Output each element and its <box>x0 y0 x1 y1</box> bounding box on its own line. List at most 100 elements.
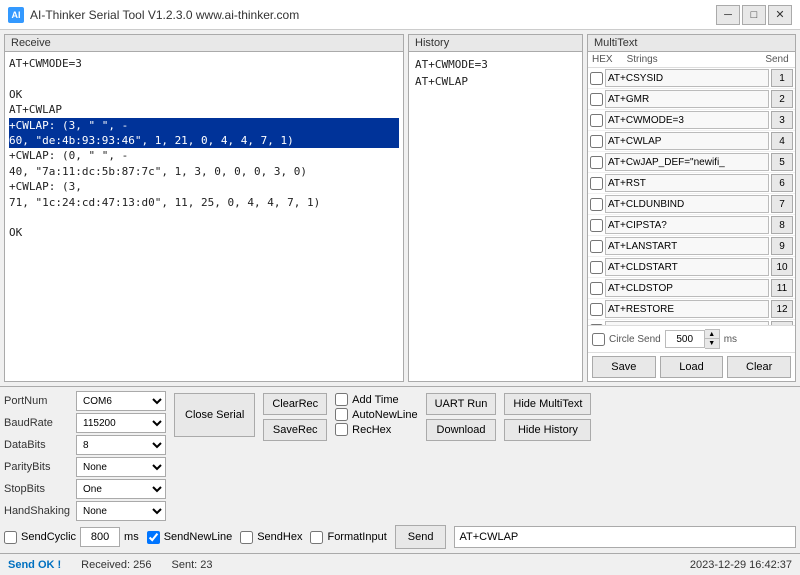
send-hex-checkbox[interactable] <box>240 531 253 544</box>
receive-line: AT+CWLAP <box>9 102 399 117</box>
multitext-hex-checkbox[interactable] <box>590 219 603 232</box>
receive-line <box>9 210 399 225</box>
multitext-hex-checkbox[interactable] <box>590 114 603 127</box>
send-cyclic-checkbox[interactable] <box>4 531 17 544</box>
close-button[interactable]: ✕ <box>768 5 792 25</box>
multitext-string-input[interactable] <box>605 279 769 297</box>
multitext-item: 1 <box>588 68 795 89</box>
format-input-label: FormatInput <box>327 531 386 543</box>
multitext-string-input[interactable] <box>605 69 769 87</box>
auto-newline-checkbox[interactable] <box>335 408 348 421</box>
multitext-send-button[interactable]: 1 <box>771 69 793 87</box>
ms-label: ms <box>124 531 139 543</box>
multitext-hex-checkbox[interactable] <box>590 177 603 190</box>
circle-send-input[interactable] <box>665 330 705 348</box>
multitext-footer: Save Load Clear <box>588 352 795 381</box>
send-button[interactable]: Send <box>395 525 447 549</box>
multitext-string-input[interactable] <box>605 258 769 276</box>
controls-row1: PortNumCOM6BaudRate115200DataBits8Parity… <box>4 391 796 521</box>
multitext-send-button[interactable]: 2 <box>771 90 793 108</box>
maximize-button[interactable]: □ <box>742 5 766 25</box>
main-content: Receive AT+CWMODE=3 OKAT+CWLAP+CWLAP: (3… <box>0 30 800 575</box>
send-cyclic-input[interactable] <box>80 527 120 547</box>
multitext-hex-checkbox[interactable] <box>590 72 603 85</box>
receive-panel-label: Receive <box>5 35 403 52</box>
multitext-hex-checkbox[interactable] <box>590 282 603 295</box>
add-time-row: Add Time <box>335 393 417 406</box>
multitext-send-button[interactable]: 12 <box>771 300 793 318</box>
multitext-string-input[interactable] <box>605 90 769 108</box>
multitext-string-input[interactable] <box>605 195 769 213</box>
multitext-send-button[interactable]: 9 <box>771 237 793 255</box>
port-select[interactable]: 115200 <box>76 413 166 433</box>
uart-run-button[interactable]: UART Run <box>426 393 497 415</box>
multitext-send-button[interactable]: 4 <box>771 132 793 150</box>
port-select[interactable]: None <box>76 457 166 477</box>
multitext-item: 3 <box>588 110 795 131</box>
add-time-label: Add Time <box>352 394 398 406</box>
send-newline-checkbox[interactable] <box>147 531 160 544</box>
port-select[interactable]: 8 <box>76 435 166 455</box>
port-label: PortNum <box>4 391 74 411</box>
datetime-status: 2023-12-29 16:42:37 <box>690 559 792 571</box>
multitext-hex-checkbox[interactable] <box>590 198 603 211</box>
circle-send-checkbox[interactable] <box>592 333 605 346</box>
multitext-item: 7 <box>588 194 795 215</box>
status-bar: Send OK ! Received: 256 Sent: 23 2023-12… <box>0 553 800 575</box>
multitext-send-button[interactable]: 5 <box>771 153 793 171</box>
hide-history-button[interactable]: Hide History <box>504 419 591 441</box>
port-select[interactable]: One <box>76 479 166 499</box>
received-status: Received: 256 <box>81 559 151 571</box>
rec-hex-checkbox[interactable] <box>335 423 348 436</box>
multitext-load-button[interactable]: Load <box>660 356 724 378</box>
add-time-checkbox[interactable] <box>335 393 348 406</box>
send-input[interactable] <box>454 526 796 548</box>
port-label: DataBits <box>4 435 74 455</box>
spinner-up-button[interactable]: ▲ <box>705 330 719 339</box>
multitext-hex-checkbox[interactable] <box>590 261 603 274</box>
multitext-hex-checkbox[interactable] <box>590 303 603 316</box>
port-select[interactable]: None <box>76 501 166 521</box>
history-panel: History AT+CWMODE=3AT+CWLAP <box>408 34 583 382</box>
multitext-hex-checkbox[interactable] <box>590 240 603 253</box>
minimize-button[interactable]: ─ <box>716 5 740 25</box>
close-serial-button[interactable]: Close Serial <box>174 393 255 437</box>
multitext-string-input[interactable] <box>605 300 769 318</box>
port-select[interactable]: COM6 <box>76 391 166 411</box>
save-rec-button[interactable]: SaveRec <box>263 419 327 441</box>
multitext-string-input[interactable] <box>605 153 769 171</box>
spinner-down-button[interactable]: ▼ <box>705 339 719 348</box>
multitext-string-input[interactable] <box>605 174 769 192</box>
multitext-string-input[interactable] <box>605 216 769 234</box>
history-content[interactable]: AT+CWMODE=3AT+CWLAP <box>409 52 582 381</box>
multitext-string-input[interactable] <box>605 132 769 150</box>
col-strings-label: Strings <box>613 54 763 65</box>
bottom-controls: PortNumCOM6BaudRate115200DataBits8Parity… <box>0 386 800 553</box>
multitext-send-button[interactable]: 10 <box>771 258 793 276</box>
multitext-string-input[interactable] <box>605 111 769 129</box>
multitext-send-button[interactable]: 6 <box>771 174 793 192</box>
hide-multitext-button[interactable]: Hide MultiText <box>504 393 591 415</box>
multitext-string-input[interactable] <box>605 237 769 255</box>
download-button[interactable]: Download <box>426 419 497 441</box>
multitext-send-button[interactable]: 8 <box>771 216 793 234</box>
app-icon: AI <box>8 7 24 23</box>
send-cyclic-label: SendCyclic <box>21 531 76 543</box>
receive-line: OK <box>9 87 399 102</box>
multitext-save-button[interactable]: Save <box>592 356 656 378</box>
history-item[interactable]: AT+CWLAP <box>413 73 578 90</box>
multitext-hex-checkbox[interactable] <box>590 156 603 169</box>
multitext-hex-checkbox[interactable] <box>590 135 603 148</box>
multitext-title: MultiText <box>594 37 637 49</box>
clear-rec-button[interactable]: ClearRec <box>263 393 327 415</box>
rec-hex-row: RecHex <box>335 423 417 436</box>
receive-content[interactable]: AT+CWMODE=3 OKAT+CWLAP+CWLAP: (3, " ", -… <box>5 52 403 381</box>
multitext-send-button[interactable]: 11 <box>771 279 793 297</box>
history-item[interactable]: AT+CWMODE=3 <box>413 56 578 73</box>
multitext-hex-checkbox[interactable] <box>590 93 603 106</box>
multitext-send-button[interactable]: 7 <box>771 195 793 213</box>
multitext-send-button[interactable]: 3 <box>771 111 793 129</box>
send-hex-label: SendHex <box>257 531 302 543</box>
multitext-clear-button[interactable]: Clear <box>727 356 791 378</box>
format-input-checkbox[interactable] <box>310 531 323 544</box>
